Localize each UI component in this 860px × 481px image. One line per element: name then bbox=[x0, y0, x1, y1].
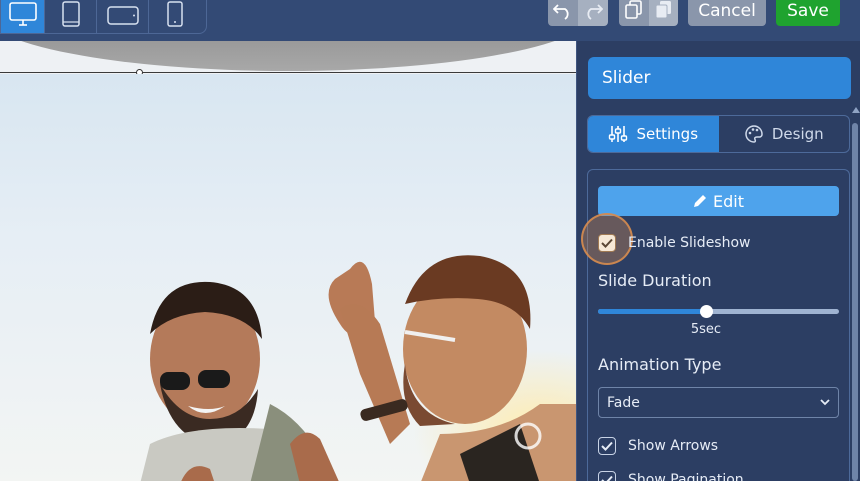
slide-duration-fill bbox=[598, 309, 707, 314]
pencil-icon bbox=[694, 195, 706, 207]
show-pagination-toggle[interactable]: Show Pagination bbox=[598, 471, 744, 481]
show-pagination-label: Show Pagination bbox=[628, 472, 744, 481]
tablet-portrait-view-button[interactable] bbox=[45, 0, 97, 33]
desktop-view-button[interactable] bbox=[1, 0, 45, 33]
panel-title: Slider bbox=[588, 57, 851, 99]
device-switcher bbox=[0, 0, 207, 34]
slider-image[interactable] bbox=[0, 74, 576, 481]
properties-panel: Slider Settings Design Edit Enable Slide… bbox=[576, 41, 860, 481]
previous-section-edge bbox=[0, 41, 576, 71]
settings-section: Edit Enable Slideshow Slide Duration 5se… bbox=[581, 169, 850, 481]
editor-toolbar: Cancel Save bbox=[0, 0, 860, 41]
checkmark-icon bbox=[601, 475, 613, 481]
tab-design[interactable]: Design bbox=[719, 116, 850, 152]
slide-duration-value: 5sec bbox=[690, 322, 722, 337]
scroll-up-arrow-icon[interactable] bbox=[852, 107, 860, 113]
panel-tabs: Settings Design bbox=[587, 115, 850, 153]
edit-slides-button[interactable]: Edit bbox=[598, 186, 839, 216]
copy-button[interactable] bbox=[619, 0, 649, 26]
redo-icon bbox=[587, 4, 603, 20]
redo-button[interactable] bbox=[578, 0, 608, 26]
copy-icon bbox=[625, 0, 642, 19]
enable-slideshow-checkbox[interactable] bbox=[598, 234, 616, 252]
animation-type-label: Animation Type bbox=[598, 355, 722, 374]
people-celebrating-photo bbox=[140, 255, 576, 481]
animation-type-value: Fade bbox=[607, 394, 640, 411]
tablet-portrait-icon bbox=[61, 1, 80, 27]
save-button[interactable]: Save bbox=[776, 0, 840, 26]
paste-button[interactable] bbox=[649, 0, 678, 26]
show-arrows-checkbox[interactable] bbox=[598, 437, 616, 455]
tab-settings-label: Settings bbox=[636, 125, 699, 143]
desktop-icon bbox=[8, 2, 37, 26]
tablet-landscape-view-button[interactable] bbox=[97, 0, 149, 33]
undo-icon bbox=[553, 4, 569, 20]
paste-icon bbox=[655, 1, 671, 19]
scrollbar-thumb[interactable] bbox=[852, 123, 858, 481]
edit-label: Edit bbox=[713, 191, 744, 211]
tab-design-label: Design bbox=[771, 125, 824, 143]
mobile-icon bbox=[167, 1, 183, 27]
show-arrows-toggle[interactable]: Show Arrows bbox=[598, 437, 718, 455]
slide-duration-slider[interactable] bbox=[598, 305, 839, 318]
selection-border bbox=[0, 72, 576, 73]
mobile-view-button[interactable] bbox=[149, 0, 201, 33]
palette-icon bbox=[745, 125, 763, 143]
panel-scrollbar[interactable] bbox=[850, 107, 860, 481]
editor-canvas[interactable] bbox=[0, 41, 576, 481]
animation-type-select[interactable]: Fade bbox=[598, 387, 839, 418]
show-arrows-label: Show Arrows bbox=[628, 438, 719, 454]
sliders-icon bbox=[609, 126, 628, 142]
enable-slideshow-label: Enable Slideshow bbox=[628, 235, 751, 251]
show-pagination-checkbox[interactable] bbox=[598, 471, 616, 481]
cancel-button[interactable]: Cancel bbox=[688, 0, 766, 26]
slide-duration-label: Slide Duration bbox=[598, 271, 712, 290]
tab-settings[interactable]: Settings bbox=[588, 116, 719, 152]
enable-slideshow-toggle[interactable]: Enable Slideshow bbox=[598, 234, 751, 252]
slide-duration-handle[interactable] bbox=[700, 305, 714, 318]
tablet-landscape-icon bbox=[106, 6, 139, 25]
checkmark-icon bbox=[601, 238, 613, 248]
undo-button[interactable] bbox=[548, 0, 578, 26]
checkmark-icon bbox=[601, 441, 613, 451]
chevron-down-icon bbox=[820, 399, 830, 406]
